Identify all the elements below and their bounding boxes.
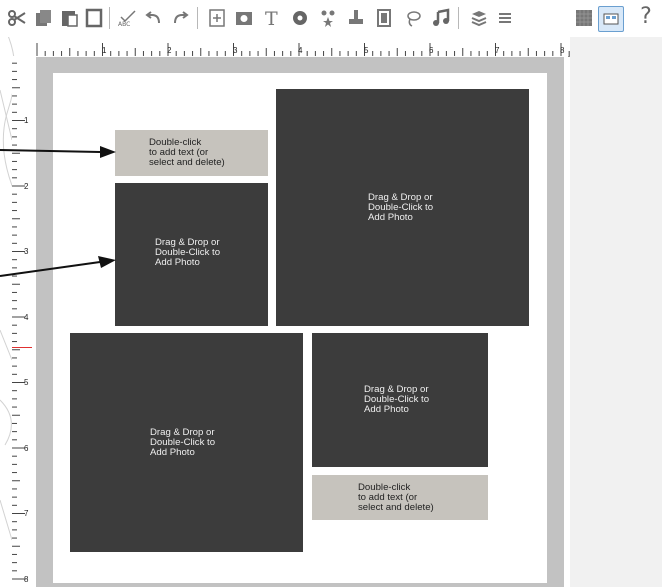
copy-icon[interactable] xyxy=(31,6,55,30)
toolbar-separator xyxy=(109,7,110,29)
photo-placeholder[interactable]: Drag & Drop or Double-Click to Add Photo xyxy=(276,89,529,326)
add-photo-icon[interactable] xyxy=(232,6,256,30)
help-icon[interactable]: ? xyxy=(633,3,659,31)
embellishment-icon[interactable] xyxy=(316,6,340,30)
add-text-icon[interactable]: T xyxy=(260,6,284,30)
undo-icon[interactable] xyxy=(142,6,166,30)
music-icon[interactable] xyxy=(429,6,453,30)
ruler-label: 7 xyxy=(24,509,29,518)
vertical-ruler-ticks xyxy=(12,62,25,580)
ruler-label: 8 xyxy=(24,575,29,584)
layers-icon[interactable] xyxy=(467,6,491,30)
lasso-icon[interactable] xyxy=(401,6,425,30)
photo-placeholder[interactable]: Drag & Drop or Double-Click to Add Photo xyxy=(115,183,268,326)
cursor-guide-line xyxy=(12,347,32,348)
ruler-label: 4 xyxy=(298,46,303,55)
text-placeholder[interactable]: Double-click to add text (or select and … xyxy=(115,130,268,176)
text-placeholder-label: Double-click to add text (or select and … xyxy=(149,137,225,168)
stamp-icon[interactable] xyxy=(344,6,368,30)
ruler-label: 5 xyxy=(364,46,369,55)
svg-text:ABC: ABC xyxy=(118,21,130,28)
ruler-label: 3 xyxy=(24,247,29,256)
toolbar-separator xyxy=(458,7,459,29)
photo-placeholder-label: Drag & Drop or Double-Click to Add Photo xyxy=(150,427,216,458)
toolbar-separator xyxy=(197,7,198,29)
photo-placeholder-label: Drag & Drop or Double-Click to Add Photo xyxy=(364,384,430,415)
paste-icon[interactable] xyxy=(57,6,81,30)
horizontal-ruler: 1 2 3 4 5 6 7 8 xyxy=(30,37,570,57)
grid-icon[interactable] xyxy=(572,6,596,30)
ruler-label: 1 xyxy=(102,46,107,55)
text-placeholder[interactable]: Double-click to add text (or select and … xyxy=(312,475,488,520)
redo-icon[interactable] xyxy=(168,6,192,30)
ruler-label: 6 xyxy=(429,46,434,55)
photo-placeholder-label: Drag & Drop or Double-Click to Add Photo xyxy=(155,237,221,268)
text-placeholder-label: Double-click to add text (or select and … xyxy=(358,482,434,513)
ruler-label: 6 xyxy=(24,444,29,453)
svg-text:T: T xyxy=(265,8,278,28)
ruler-label: 2 xyxy=(167,46,172,55)
photo-placeholder-label: Drag & Drop or Double-Click to Add Photo xyxy=(368,192,434,223)
ruler-label: 1 xyxy=(24,116,29,125)
film-icon[interactable] xyxy=(372,6,396,30)
new-page-icon[interactable] xyxy=(82,6,106,30)
ruler-label: 2 xyxy=(24,182,29,191)
ruler-label: 7 xyxy=(495,46,500,55)
spell-check-icon[interactable]: ABC xyxy=(115,6,139,30)
vertical-ruler: 1 2 3 4 5 6 7 8 xyxy=(12,56,33,587)
ruler-label: 3 xyxy=(233,46,238,55)
cut-icon[interactable] xyxy=(5,6,29,30)
photo-placeholder[interactable]: Drag & Drop or Double-Click to Add Photo xyxy=(312,333,488,467)
ruler-label: 8 xyxy=(560,46,565,55)
add-page-icon[interactable] xyxy=(205,6,229,30)
side-panel xyxy=(570,37,662,587)
ruler-label: 5 xyxy=(24,378,29,387)
preview-icon[interactable] xyxy=(598,6,624,32)
ruler-label: 4 xyxy=(24,313,29,322)
distribute-icon[interactable] xyxy=(493,6,517,30)
photo-placeholder[interactable]: Drag & Drop or Double-Click to Add Photo xyxy=(70,333,303,552)
clipart-icon[interactable] xyxy=(288,6,312,30)
toolbar: ABC T ? xyxy=(0,0,662,37)
